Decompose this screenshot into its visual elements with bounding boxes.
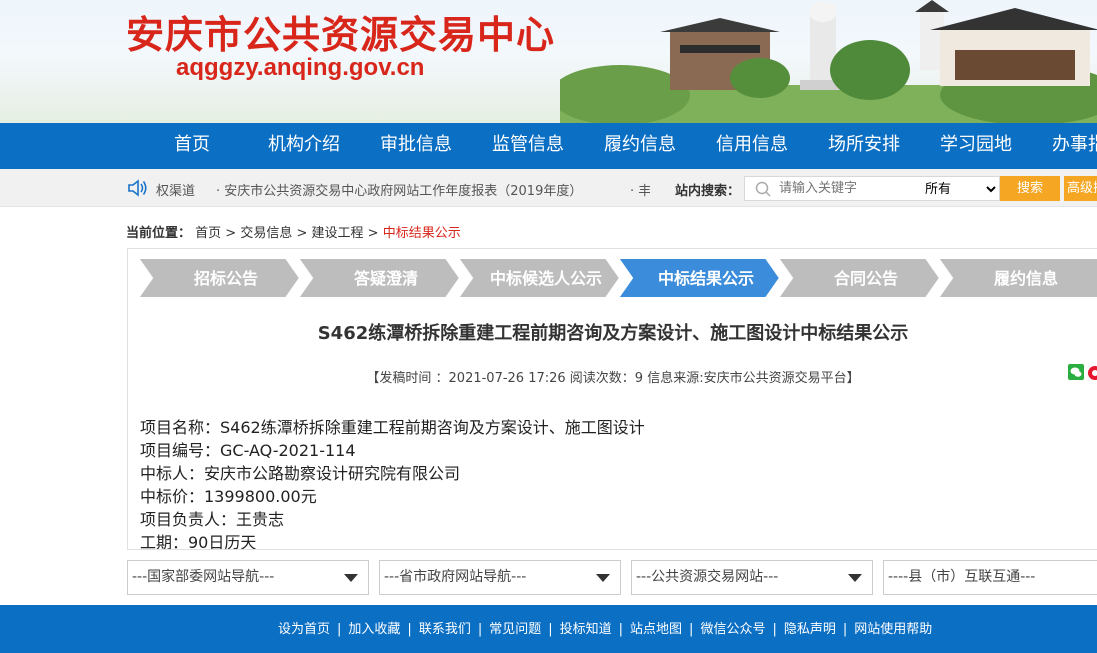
share-icons: [1068, 364, 1097, 380]
speaker-icon: [128, 179, 147, 197]
wechat-icon[interactable]: [1068, 364, 1084, 380]
footer-separator: |: [337, 622, 342, 637]
article-title: S462练潭桥拆除重建工程前期咨询及方案设计、施工图设计中标结果公示: [317, 323, 909, 344]
dropdown-label: ---国家部委网站导航---: [132, 569, 275, 585]
step-label: 履约信息: [994, 269, 1058, 288]
site-banner: 安庆市公共资源交易中心 aqggzy.anqing.gov.cn: [0, 0, 1097, 123]
notice-headline-link[interactable]: · 安庆市公共资源交易中心政府网站工作年度报表（2019年度）: [216, 180, 582, 199]
dropdown-label: ---省市政府网站导航---: [384, 569, 527, 585]
nav-approval[interactable]: 审批信息: [360, 123, 472, 169]
article-meta: 【发稿时间 ：2021-07-26 17:26 阅读次数：9 信息来源:安庆市公…: [366, 371, 860, 386]
notice-channel: 权渠道: [156, 184, 196, 199]
provincial-sites-dropdown[interactable]: ---省市政府网站导航---: [379, 560, 621, 595]
trading-sites-dropdown[interactable]: ---公共资源交易网站---: [631, 560, 873, 595]
chevron-down-icon: [596, 574, 610, 582]
breadcrumb-home[interactable]: 首页: [195, 226, 221, 241]
footer-separator: |: [842, 622, 848, 637]
dropdown-label: ----县（市）互联互通---: [888, 569, 1036, 585]
banner-scenery-image: [560, 0, 1097, 123]
search-input[interactable]: [779, 179, 909, 198]
step-candidate[interactable]: 中标候选人公示: [456, 258, 622, 298]
main-nav: 首页 机构介绍 审批信息 监管信息 履约信息 信用信息 场所安排 学习园地 办事…: [0, 123, 1097, 169]
nav-credit[interactable]: 信用信息: [696, 123, 808, 169]
footer-link-contact[interactable]: 联系我们: [419, 622, 471, 637]
footer-link-bid-guide[interactable]: 投标知道: [560, 622, 612, 637]
search-button[interactable]: 搜索: [1000, 176, 1060, 201]
footer-link-faq[interactable]: 常见问题: [489, 622, 541, 637]
article-panel: 招标公告 答疑澄清 中标候选人公示 中标结果公示 合同公告 履约信息 S462练…: [127, 248, 1097, 550]
footer-separator: |: [618, 622, 624, 637]
nav-guide[interactable]: 办事指南: [1032, 123, 1097, 169]
breadcrumb: 当前位置： 首页 > 交易信息 > 建设工程 > 中标结果公示: [126, 222, 461, 241]
search-box: 所有: [744, 176, 1000, 201]
nav-home[interactable]: 首页: [136, 123, 248, 169]
search-icon: [755, 181, 771, 197]
step-label: 答疑澄清: [354, 269, 418, 288]
step-clarification[interactable]: 答疑澄清: [296, 258, 462, 298]
winning-bidder: 中标人：安庆市公路勘察设计研究院有限公司: [140, 464, 461, 483]
nav-about[interactable]: 机构介绍: [248, 123, 360, 169]
weibo-icon[interactable]: [1088, 366, 1097, 380]
footer-separator: |: [477, 622, 483, 637]
footer-separator: |: [548, 622, 553, 637]
breadcrumb-separator: >: [363, 226, 383, 241]
step-performance[interactable]: 履约信息: [936, 258, 1097, 298]
breadcrumb-separator: >: [221, 226, 241, 241]
duration: 工期：90日历天: [140, 533, 257, 550]
breadcrumb-trading-info[interactable]: 交易信息: [240, 226, 292, 241]
nav-learning[interactable]: 学习园地: [920, 123, 1032, 169]
step-tender-notice[interactable]: 招标公告: [138, 258, 302, 298]
footer-link-help[interactable]: 网站使用帮助: [854, 622, 932, 637]
breadcrumb-current: 中标结果公示: [382, 226, 461, 241]
site-domain: aqggzy.anqing.gov.cn: [176, 54, 425, 81]
breadcrumb-label: 当前位置：: [126, 226, 192, 241]
notice-next-item[interactable]: · 丰: [630, 180, 650, 199]
footer-separator: |: [772, 622, 777, 637]
advanced-search-button[interactable]: 高级搜: [1064, 176, 1097, 201]
search-label: 站内搜索：: [675, 184, 741, 199]
step-contract[interactable]: 合同公告: [776, 258, 942, 298]
footer-separator: |: [407, 622, 412, 637]
chevron-down-icon: [344, 574, 358, 582]
dropdown-label: ---公共资源交易网站---: [636, 569, 779, 585]
footer: 设为首页 | 加入收藏 | 联系我们 | 常见问题 | 投标知道 | 站点地图 | 微信公众号 | 隐私声明…: [0, 605, 1097, 653]
ministry-sites-dropdown[interactable]: ---国家部委网站导航---: [127, 560, 369, 595]
nav-supervision[interactable]: 监管信息: [472, 123, 584, 169]
article-body: 项目名称：S462练潭桥拆除重建工程前期咨询及方案设计、施工图设计 项目编号：G…: [140, 416, 645, 550]
step-label: 中标结果公示: [658, 269, 754, 288]
footer-link-sitemap[interactable]: 站点地图: [630, 622, 682, 637]
footer-separator: |: [689, 622, 694, 637]
chevron-down-icon: [848, 574, 862, 582]
footer-links: 设为首页 | 加入收藏 | 联系我们 | 常见问题 | 投标知道 | 站点地图 | 微信公众号 | 隐私声明…: [278, 618, 932, 637]
county-sites-dropdown[interactable]: ----县（市）互联互通---: [883, 560, 1097, 595]
step-label: 中标候选人公示: [490, 269, 602, 288]
breadcrumb-separator: >: [292, 226, 312, 241]
project-name: 项目名称：S462练潭桥拆除重建工程前期咨询及方案设计、施工图设计: [140, 418, 645, 437]
project-manager: 项目负责人：王贵志: [140, 510, 285, 529]
footer-link-set-home[interactable]: 设为首页: [278, 622, 330, 637]
step-label: 招标公告: [194, 269, 258, 288]
search-scope-select[interactable]: 所有: [921, 179, 999, 199]
step-award-result[interactable]: 中标结果公示: [616, 258, 782, 298]
project-number: 项目编号：GC-AQ-2021-114: [140, 441, 356, 460]
procurement-steps: 招标公告 答疑澄清 中标候选人公示 中标结果公示 合同公告 履约信息: [138, 258, 1097, 298]
nav-venue[interactable]: 场所安排: [808, 123, 920, 169]
footer-link-bookmark[interactable]: 加入收藏: [348, 622, 400, 637]
nav-performance[interactable]: 履约信息: [584, 123, 696, 169]
breadcrumb-construction[interactable]: 建设工程: [312, 226, 364, 241]
site-title: 安庆市公共资源交易中心: [126, 13, 556, 57]
footer-link-wechat[interactable]: 微信公众号: [700, 622, 765, 637]
winning-price: 中标价：1399800.00元: [140, 487, 317, 506]
footer-link-privacy[interactable]: 隐私声明: [784, 622, 836, 637]
step-label: 合同公告: [834, 269, 898, 288]
